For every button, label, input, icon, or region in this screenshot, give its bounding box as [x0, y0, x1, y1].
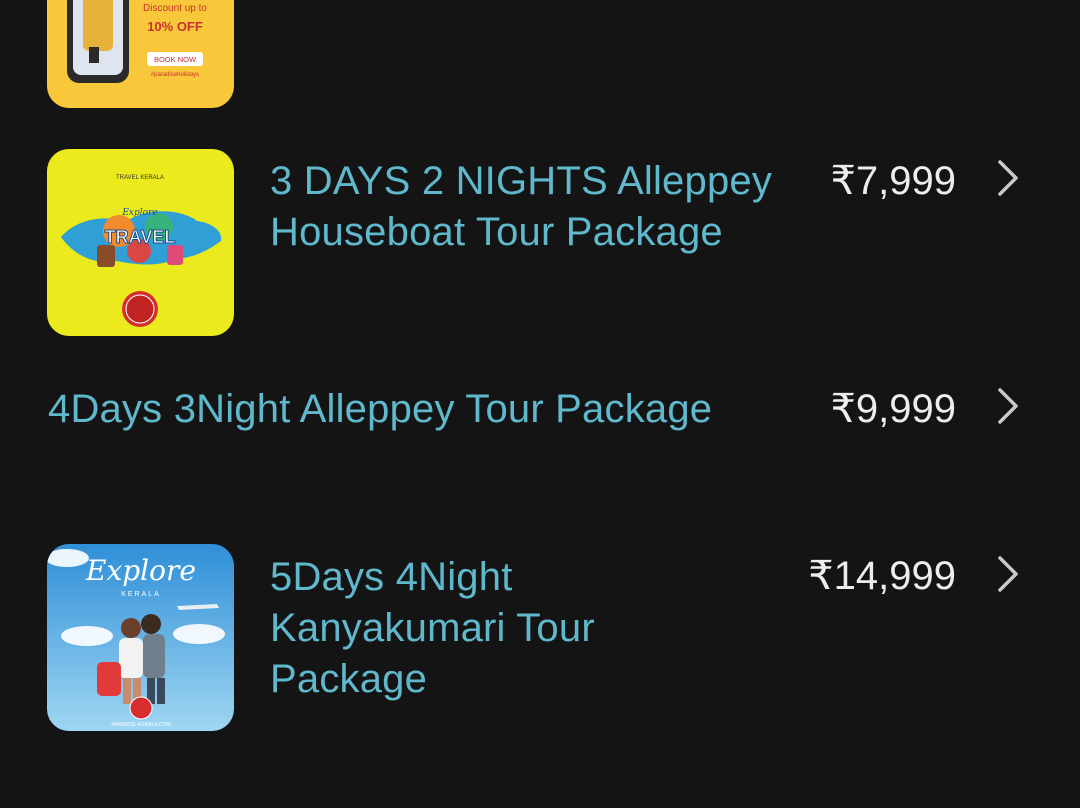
package-price: ₹9,999: [830, 387, 956, 431]
promo-tag: #paradiseholidays: [151, 72, 199, 78]
thumb-script: Explore: [85, 554, 196, 587]
package-title[interactable]: 3 DAYS 2 NIGHTS Alleppey Houseboat Tour …: [270, 156, 772, 258]
package-title[interactable]: 5Days 4Night Kanyakumari Tour Package: [270, 552, 595, 705]
thumb-site: PARADISE-KERALA.COM: [111, 722, 170, 728]
thumb-word: TRAVEL: [105, 227, 176, 247]
thumb-sub: Explore: [121, 208, 157, 218]
package-title-line: Kanyakumari Tour: [270, 606, 595, 650]
thumb-region: KERALA: [121, 591, 161, 598]
promo-discount-line2: 10% OFF: [147, 19, 203, 34]
package-title[interactable]: 4Days 3Night Alleppey Tour Package: [48, 384, 712, 435]
package-price: ₹14,999: [808, 554, 956, 598]
package-thumbnail-explore[interactable]: Explore KERALA PARADISE-KERALA.COM: [47, 544, 234, 731]
package-price: ₹7,999: [830, 159, 956, 203]
chevron-right-icon[interactable]: [994, 386, 1024, 426]
package-thumbnail-travel[interactable]: TRAVEL KERALA TRAVEL Explore: [47, 149, 234, 336]
promo-cta: BOOK NOW: [154, 55, 197, 64]
chevron-right-icon[interactable]: [994, 158, 1024, 198]
package-title-line: Package: [270, 657, 428, 701]
package-title-line: 3 DAYS 2 NIGHTS Alleppey: [270, 159, 773, 203]
package-thumbnail-promo[interactable]: Discount up to 10% OFF BOOK NOW #paradis…: [47, 0, 234, 108]
package-title-line: 5Days 4Night: [270, 555, 513, 599]
chevron-right-icon[interactable]: [994, 554, 1024, 594]
package-title-line: 4Days 3Night Alleppey Tour Package: [48, 387, 713, 431]
promo-discount-line1: Discount up to: [143, 3, 207, 14]
package-list: Discount up to 10% OFF BOOK NOW #paradis…: [0, 0, 1080, 808]
package-title-line: Houseboat Tour Package: [270, 210, 723, 254]
thumb-header: TRAVEL KERALA: [116, 175, 164, 181]
